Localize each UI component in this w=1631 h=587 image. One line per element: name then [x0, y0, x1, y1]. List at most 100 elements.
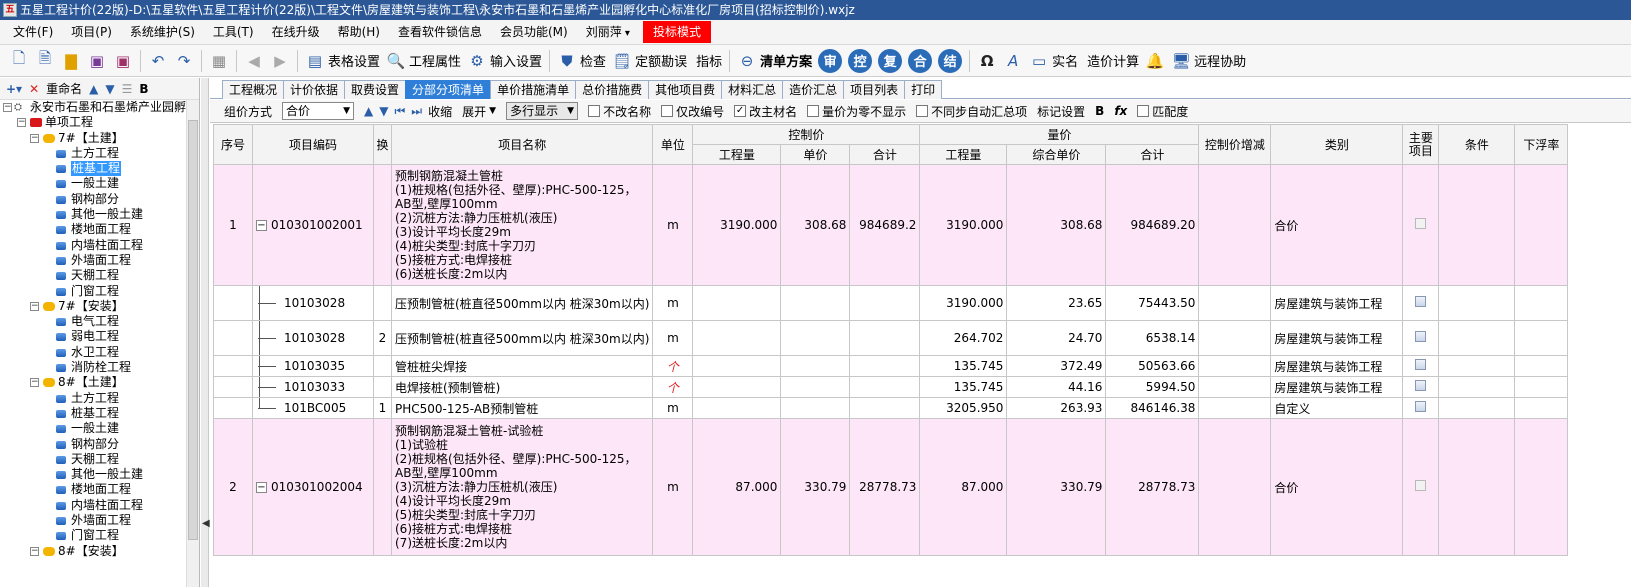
- tab-11[interactable]: 打印: [904, 80, 943, 99]
- only-code-option[interactable]: 仅改编号: [661, 103, 724, 120]
- main-item-checkbox[interactable]: [1415, 331, 1427, 342]
- q-price-cell[interactable]: 23.65: [1006, 285, 1107, 321]
- back-button[interactable]: ◀: [241, 48, 267, 74]
- c-total-cell[interactable]: [849, 320, 921, 356]
- code-cell[interactable]: −010301002004: [252, 418, 374, 556]
- name-cell[interactable]: 预制钢筋混凝土管桩 (1)桩规格(包括外径、壁厚):PHC-500-125，AB型…: [390, 164, 654, 286]
- col-name[interactable]: 项目名称: [390, 124, 654, 165]
- tab-9[interactable]: 造价汇总: [782, 80, 845, 99]
- bid-mode-button[interactable]: 投标模式: [642, 21, 711, 43]
- menu-item[interactable]: 工具(T): [204, 21, 263, 43]
- tab-1[interactable]: 工程概况: [222, 80, 285, 99]
- tab-8[interactable]: 材料汇总: [721, 80, 784, 99]
- mark-settings-button[interactable]: 标记设置: [1037, 103, 1085, 120]
- no-sync-checkbox[interactable]: [916, 105, 929, 117]
- delta-cell[interactable]: [1198, 418, 1272, 556]
- list-plan-button[interactable]: ⊖ 清单方案: [734, 48, 815, 74]
- delta-cell[interactable]: [1198, 355, 1272, 377]
- float-rate-cell[interactable]: [1514, 397, 1569, 419]
- condition-cell[interactable]: [1438, 285, 1516, 321]
- first-icon[interactable]: ⏮: [394, 104, 405, 119]
- tree-node[interactable]: 门窗工程: [0, 528, 186, 543]
- name-cell[interactable]: 电焊接桩(预制管桩): [390, 376, 654, 398]
- c-total-cell[interactable]: 28778.73: [849, 418, 921, 556]
- float-rate-cell[interactable]: [1514, 285, 1569, 321]
- font-button[interactable]: A: [1000, 48, 1026, 74]
- q-total-cell[interactable]: 28778.73: [1105, 418, 1200, 556]
- q-total-cell[interactable]: 75443.50: [1105, 285, 1200, 321]
- cost-calc-button[interactable]: 造价计算: [1081, 48, 1142, 74]
- calculator-button[interactable]: ▦: [206, 48, 232, 74]
- tree-node[interactable]: − 单项工程: [0, 115, 186, 130]
- tab-6[interactable]: 总价措施费: [575, 80, 650, 99]
- tree-node[interactable]: − 8#【安装】: [0, 544, 186, 559]
- save-as-button[interactable]: ▣: [110, 48, 136, 74]
- tree-node[interactable]: − 7#【土建】: [0, 131, 186, 146]
- c-qty-cell[interactable]: [692, 285, 782, 321]
- move-down-icon[interactable]: ▼: [105, 82, 114, 96]
- tree-node[interactable]: 外墙面工程: [0, 513, 186, 528]
- condition-cell[interactable]: [1438, 164, 1516, 286]
- float-rate-cell[interactable]: [1514, 164, 1569, 286]
- q-total-cell[interactable]: 984689.20: [1105, 164, 1200, 286]
- c-total-cell[interactable]: [849, 376, 921, 398]
- float-rate-cell[interactable]: [1514, 320, 1569, 356]
- collapse-toggle-icon[interactable]: −: [30, 133, 39, 143]
- tree-scroll-thumb[interactable]: [188, 120, 198, 540]
- q-qty-cell[interactable]: 135.745: [919, 355, 1008, 377]
- q-price-cell[interactable]: 308.68: [1006, 164, 1107, 286]
- tree-node[interactable]: 天棚工程: [0, 452, 186, 467]
- tree-node[interactable]: 电气工程: [0, 314, 186, 329]
- col-category[interactable]: 类别: [1270, 124, 1404, 165]
- col-qty-total[interactable]: 合计: [1105, 144, 1200, 165]
- tab-4[interactable]: 分部分项清单: [405, 80, 492, 99]
- tree-node[interactable]: 内墙柱面工程: [0, 498, 186, 513]
- q-total-cell[interactable]: 6538.14: [1105, 320, 1200, 356]
- tree-scrollbar[interactable]: [186, 100, 199, 587]
- collapse-toggle-icon[interactable]: −: [17, 118, 26, 128]
- tree-node[interactable]: 桩基工程: [0, 406, 186, 421]
- tree-node[interactable]: 门窗工程: [0, 284, 186, 299]
- collapse-button[interactable]: 收缩: [428, 103, 452, 120]
- table-row[interactable]: 10103028 压预制管桩(桩直径500mm以内 桩深30m以内) m 3190.0…: [213, 285, 1569, 321]
- main-item-checkbox[interactable]: [1415, 296, 1427, 307]
- q-price-cell[interactable]: 44.16: [1006, 376, 1107, 398]
- tree-node[interactable]: 土方工程: [0, 391, 186, 406]
- col-control-price[interactable]: 单价: [780, 144, 851, 165]
- panel-splitter[interactable]: ◀: [201, 78, 210, 587]
- save-button[interactable]: ▣: [84, 48, 110, 74]
- settle-button[interactable]: 结: [935, 48, 965, 74]
- c-price-cell[interactable]: 330.79: [780, 418, 851, 556]
- main-item-cell[interactable]: [1402, 355, 1440, 377]
- tree-node[interactable]: 天棚工程: [0, 268, 186, 283]
- no-sync-option[interactable]: 不同步自动汇总项: [916, 103, 1027, 120]
- col-swap[interactable]: 换: [373, 124, 392, 165]
- check-button[interactable]: ⛊ 检查: [554, 48, 609, 74]
- tree-node[interactable]: 桩基工程: [0, 161, 186, 177]
- c-price-cell[interactable]: [780, 355, 851, 377]
- tree-node[interactable]: 弱电工程: [0, 329, 186, 344]
- match-option[interactable]: 匹配度: [1137, 103, 1188, 120]
- col-unit[interactable]: 单位: [652, 124, 694, 165]
- code-cell[interactable]: 10103033: [252, 376, 374, 398]
- bold-toggle[interactable]: B: [1095, 104, 1104, 118]
- only-code-checkbox[interactable]: [661, 105, 674, 117]
- code-cell[interactable]: 10103028: [252, 285, 374, 321]
- tab-5[interactable]: 单价措施清单: [490, 80, 577, 99]
- zero-hide-checkbox[interactable]: [807, 105, 820, 117]
- control-button[interactable]: 控: [845, 48, 875, 74]
- display-mode-select[interactable]: 多行显示 ▼: [506, 102, 579, 120]
- q-price-cell[interactable]: 24.70: [1006, 320, 1107, 356]
- tree-node[interactable]: 楼地面工程: [0, 482, 186, 497]
- rename-button[interactable]: 重命名: [46, 80, 82, 97]
- collapse-toggle-icon[interactable]: −: [30, 378, 39, 388]
- tree-node[interactable]: 楼地面工程: [0, 222, 186, 237]
- c-total-cell[interactable]: 984689.2: [849, 164, 921, 286]
- special-char-button[interactable]: Ω: [974, 48, 1000, 74]
- main-item-cell[interactable]: [1402, 376, 1440, 398]
- col-cond[interactable]: 条件: [1438, 124, 1516, 165]
- collapse-toggle-icon[interactable]: −: [30, 301, 39, 311]
- c-qty-cell[interactable]: [692, 320, 782, 356]
- table-row[interactable]: 10103028 2 压预制管桩(桩直径500mm以内 桩深30m以内) m 264.7…: [213, 320, 1569, 356]
- bold-button[interactable]: B: [139, 82, 148, 96]
